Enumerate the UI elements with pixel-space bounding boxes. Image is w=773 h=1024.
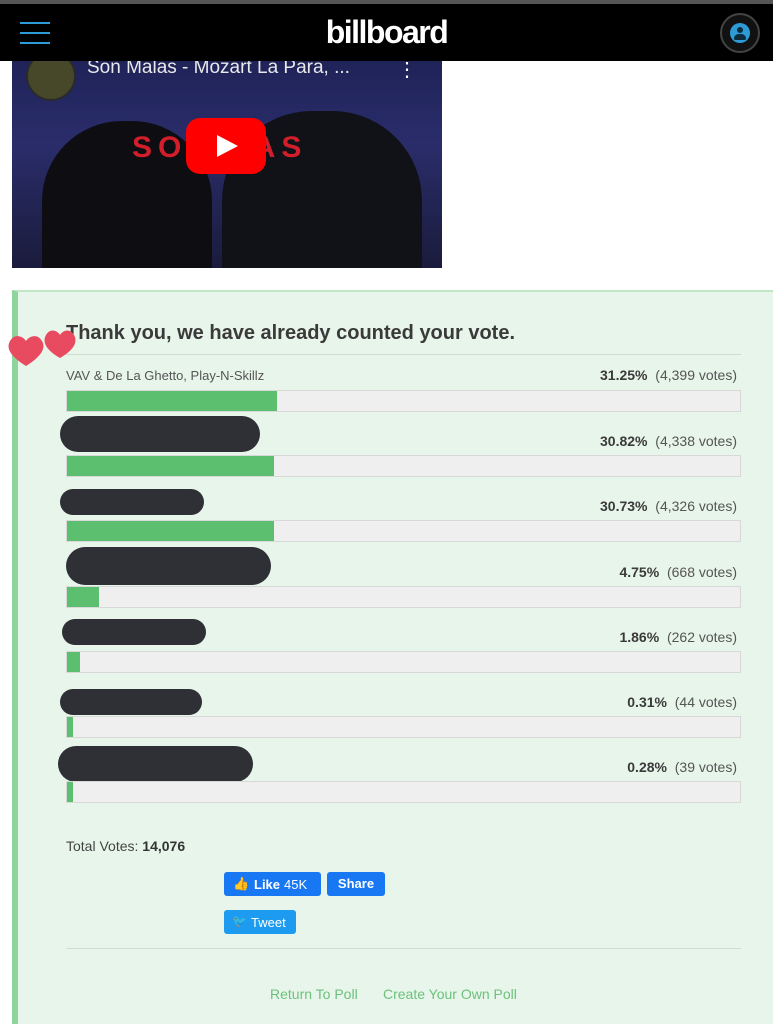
poll-thank-you-heading: Thank you, we have already counted your … (66, 322, 516, 344)
result-bar-fill (67, 782, 74, 802)
redacted-label (62, 619, 206, 645)
result-bar-fill (67, 587, 99, 607)
heart-icon (44, 330, 76, 358)
result-bar-fill (67, 391, 278, 411)
redacted-label (66, 547, 271, 585)
hearts-sticker (8, 330, 76, 366)
site-header: billboard (0, 4, 773, 61)
result-bar (66, 455, 741, 477)
billboard-logo[interactable]: billboard (0, 14, 773, 51)
more-options-icon[interactable]: ⋮ (397, 61, 417, 82)
facebook-like-button[interactable]: 👍 Like 45K (224, 872, 321, 896)
result-stat: 4.75% (668 votes) (619, 564, 737, 580)
result-bar-fill (67, 456, 275, 476)
twitter-bird-icon: 🐦 (232, 914, 247, 928)
result-bar (66, 716, 741, 738)
result-stat: 0.31% (44 votes) (627, 694, 737, 710)
youtube-video-embed[interactable]: SON LAS Son Malas - Mozart La Para, ... … (12, 61, 442, 268)
redacted-label (58, 746, 253, 782)
result-stat: 1.86% (262 votes) (619, 629, 737, 645)
total-votes: Total Votes: 14,076 (66, 838, 186, 854)
result-bar-fill (67, 652, 80, 672)
result-bar (66, 781, 741, 803)
youtube-play-button[interactable] (186, 118, 266, 174)
result-bar (66, 586, 741, 608)
redacted-label (60, 489, 204, 515)
result-bar-fill (67, 717, 74, 737)
result-bar (66, 651, 741, 673)
heart-icon (8, 336, 44, 366)
result-stat: 30.73% (4,326 votes) (600, 498, 737, 514)
result-bar (66, 520, 741, 542)
poll-results-panel: Thank you, we have already counted your … (12, 290, 773, 1024)
divider (66, 354, 741, 355)
result-bar-fill (67, 521, 274, 541)
result-stat: 0.28% (39 votes) (627, 759, 737, 775)
facebook-share-button[interactable]: Share (327, 872, 385, 896)
tweet-button[interactable]: 🐦 Tweet (224, 910, 296, 934)
redacted-label (60, 689, 202, 715)
like-count: 45K (284, 877, 308, 892)
create-poll-link[interactable]: Create Your Own Poll (383, 986, 517, 1002)
channel-avatar[interactable] (26, 61, 76, 101)
result-bar (66, 390, 741, 412)
result-stat: 31.25% (4,399 votes) (600, 367, 737, 383)
divider (66, 948, 741, 949)
result-stat: 30.82% (4,338 votes) (600, 433, 737, 449)
return-to-poll-link[interactable]: Return To Poll (270, 986, 358, 1002)
result-label: VAV & De La Ghetto, Play-N-Skillz (66, 368, 265, 383)
thumbs-up-icon: 👍 (233, 876, 250, 891)
user-account-icon[interactable] (720, 13, 760, 53)
redacted-label (60, 416, 260, 452)
video-title[interactable]: Son Malas - Mozart La Para, ... (87, 61, 350, 79)
